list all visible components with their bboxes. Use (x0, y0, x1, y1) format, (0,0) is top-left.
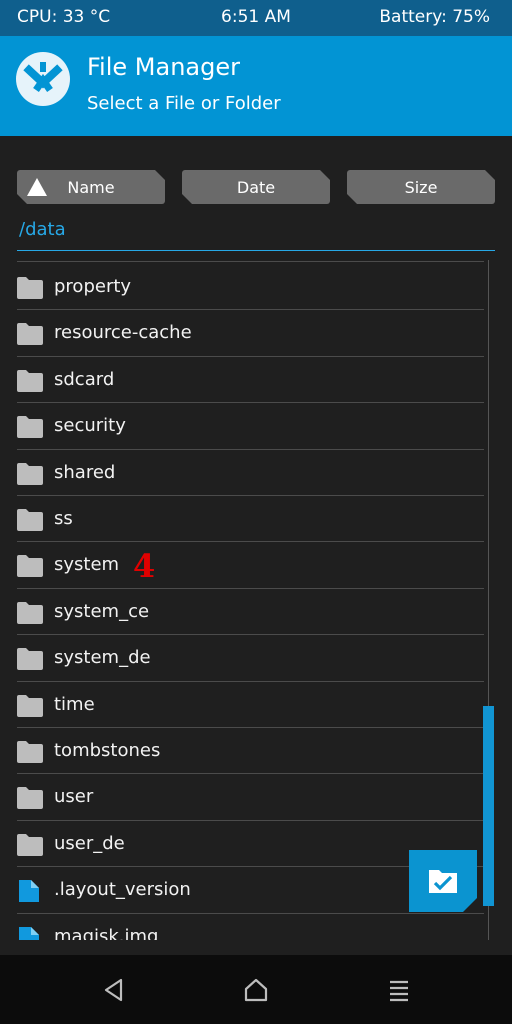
folder-row[interactable]: tombstones (0, 728, 485, 774)
twrp-logo-icon (16, 52, 70, 106)
sort-by-size-button[interactable]: Size (347, 170, 495, 204)
sort-size-label: Size (404, 177, 438, 197)
folder-name: time (54, 693, 95, 715)
folder-row[interactable]: sdcard (0, 357, 485, 403)
folder-name: resource-cache (54, 322, 192, 344)
folder-name: user (54, 786, 94, 808)
menu-icon[interactable] (386, 977, 412, 1003)
folder-row[interactable]: time (0, 682, 485, 728)
select-folder-button[interactable] (409, 850, 477, 912)
folder-icon (17, 787, 43, 810)
page-title: File Manager (87, 53, 240, 81)
folder-name: ss (54, 508, 73, 529)
folder-icon (17, 833, 43, 856)
folder-name: shared (54, 461, 116, 483)
folder-name: security (54, 415, 126, 437)
file-row[interactable]: magisk.img (0, 914, 485, 940)
folder-icon (17, 462, 43, 485)
folder-icon (17, 416, 43, 439)
folder-row[interactable]: property (0, 264, 485, 310)
folder-icon (17, 277, 43, 299)
file-name: magisk.img (54, 925, 159, 940)
folder-name: tombstones (54, 740, 161, 761)
folder-icon (17, 648, 43, 671)
navigation-bar (0, 955, 512, 1024)
sort-by-name-button[interactable]: Name (17, 170, 165, 204)
select-folder-icon (409, 850, 477, 912)
file-list[interactable]: property resource-cache sdcard security shar… (0, 260, 512, 940)
folder-row[interactable]: system_ce (0, 589, 485, 635)
folder-icon (17, 323, 43, 346)
status-bar: CPU: 33 °C 6:51 AM Battery: 75% (0, 0, 512, 36)
folder-name: system_ce (54, 600, 150, 622)
folder-name: user_de (54, 832, 125, 854)
page-subtitle: Select a File or Folder (87, 93, 281, 114)
folder-name: sdcard (54, 368, 115, 390)
sort-bar: Name Date Size (0, 170, 512, 206)
file-name: .layout_version (54, 879, 191, 901)
sort-ascending-icon (27, 178, 47, 196)
scrollbar-thumb[interactable] (483, 706, 494, 906)
folder-row[interactable]: shared (0, 450, 485, 496)
sort-by-date-button[interactable]: Date (182, 170, 330, 204)
folder-row[interactable]: ss (0, 496, 485, 542)
path-divider (17, 250, 495, 251)
row-divider (17, 261, 484, 262)
folder-name: property (54, 276, 132, 297)
folder-name: system (54, 554, 120, 576)
folder-row[interactable]: system 4 (0, 542, 485, 588)
folder-row[interactable]: resource-cache (0, 310, 485, 356)
current-path: /data (19, 219, 66, 240)
back-icon[interactable] (101, 977, 127, 1003)
folder-icon (17, 555, 43, 578)
sort-date-label: Date (236, 177, 276, 197)
file-icon (19, 926, 39, 940)
folder-row[interactable]: user (0, 774, 485, 820)
annotation-label: 4 (133, 547, 156, 586)
app-header: File Manager Select a File or Folder (0, 36, 512, 136)
folder-icon (17, 741, 43, 763)
folder-row[interactable]: system_de (0, 635, 485, 681)
folder-icon (17, 601, 43, 624)
folder-icon (17, 369, 43, 392)
folder-row[interactable]: security (0, 403, 485, 449)
battery-level: Battery: 75% (379, 7, 490, 27)
sort-name-label: Name (67, 177, 115, 197)
file-icon (19, 880, 39, 903)
folder-icon (17, 509, 43, 531)
folder-icon (17, 694, 43, 717)
folder-name: system_de (54, 647, 151, 669)
home-icon[interactable] (243, 977, 269, 1003)
